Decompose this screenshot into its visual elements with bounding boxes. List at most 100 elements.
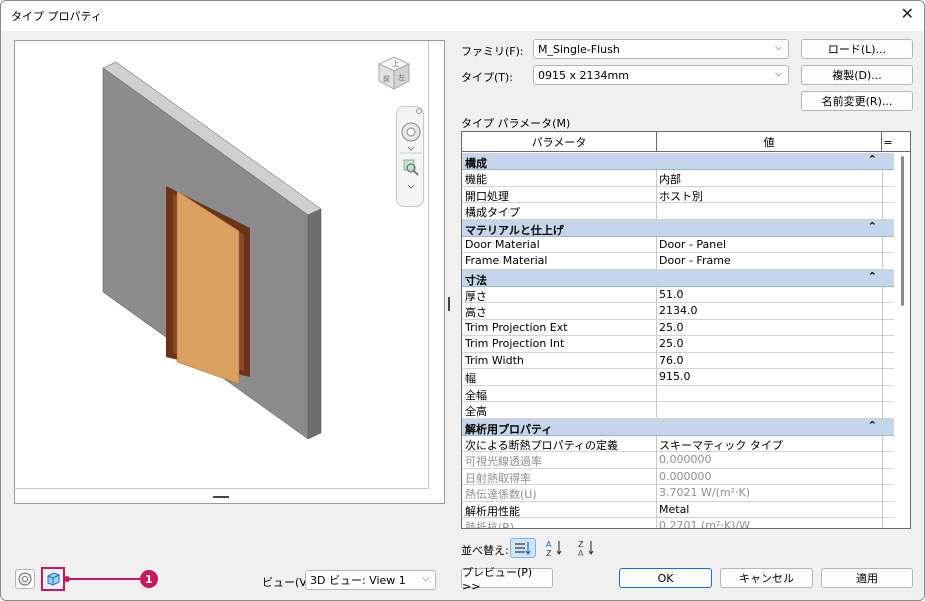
callout-number: 1 <box>145 573 153 586</box>
formula-cell[interactable] <box>882 501 894 518</box>
column-divider <box>656 385 657 401</box>
param-column-header[interactable]: パラメータ <box>462 132 657 152</box>
sort-descending-button[interactable]: Z A <box>574 538 600 558</box>
param-value[interactable]: スキーマティック タイプ <box>659 437 783 453</box>
param-row[interactable]: 全幅 <box>462 385 882 402</box>
param-group-header[interactable]: 寸法 ⌃ <box>462 269 894 287</box>
param-group-header[interactable]: マテリアルと仕上げ ⌃ <box>462 219 894 237</box>
param-name: 厚さ <box>465 289 487 303</box>
param-value[interactable]: Door - Panel <box>659 238 726 251</box>
formula-cell[interactable] <box>882 236 894 253</box>
preview-pane[interactable]: 上 前 左 <box>14 40 450 504</box>
param-row[interactable]: 次による断熱プロパティの定義 スキーマティック タイプ <box>462 435 882 453</box>
duplicate-button[interactable]: 複製(D)... <box>801 65 913 85</box>
param-row[interactable]: 熱抵抗(R) 0.2701 (m²·K)/W <box>462 518 882 528</box>
collapse-icon[interactable]: ⌃ <box>868 419 877 432</box>
param-value[interactable]: ホスト別 <box>659 188 703 204</box>
close-icon[interactable]: ✕ <box>901 6 914 22</box>
collapse-icon[interactable]: ⌃ <box>868 220 877 233</box>
param-value[interactable]: Door - Frame <box>659 254 731 267</box>
grid-scrollbar-thumb[interactable] <box>901 156 904 306</box>
formula-cell[interactable] <box>882 352 894 369</box>
load-button[interactable]: ロード(L)... <box>801 39 913 59</box>
param-value[interactable]: 0.2701 (m²·K)/W <box>659 519 750 528</box>
param-group-header[interactable]: 構成 ⌃ <box>462 153 894 170</box>
view-value: 3D ビュー: View 1 <box>310 574 406 587</box>
collapse-icon[interactable]: ⌃ <box>868 270 877 283</box>
param-row[interactable]: 可視光線透過率 0.000000 <box>462 452 882 469</box>
viewcube-toggle-button[interactable] <box>41 567 65 591</box>
param-row[interactable]: 機能 内部 <box>462 170 882 187</box>
sort-grouped-button[interactable] <box>510 538 536 558</box>
param-row[interactable]: 全高 <box>462 402 882 419</box>
view-combo[interactable]: 3D ビュー: View 1 ⌵ <box>305 570 436 590</box>
param-row[interactable]: 厚さ 51.0 <box>462 286 882 303</box>
param-row[interactable]: Door Material Door - Panel <box>462 236 882 253</box>
preview-button[interactable]: プレビュー(P) >> <box>461 566 553 593</box>
column-divider <box>656 253 657 269</box>
vertical-splitter[interactable] <box>448 297 450 311</box>
param-value[interactable]: 25.0 <box>659 337 684 350</box>
collapse-icon[interactable]: ⌃ <box>868 153 877 166</box>
param-value[interactable]: 51.0 <box>659 288 684 301</box>
formula-cell[interactable] <box>882 186 894 203</box>
param-row[interactable]: Frame Material Door - Frame <box>462 253 882 270</box>
chevron-down-icon: ⌵ <box>775 43 782 53</box>
param-row[interactable]: 熱伝達係数(U) 3.7021 W/(m²·K) <box>462 485 882 502</box>
param-value[interactable]: 915.0 <box>659 370 691 383</box>
formula-cell[interactable] <box>882 435 894 452</box>
horizontal-splitter[interactable] <box>213 496 229 498</box>
grid-scrollbar[interactable] <box>898 152 910 528</box>
formula-cell[interactable] <box>882 485 894 502</box>
param-value[interactable]: 0.000000 <box>659 453 712 466</box>
apply-button[interactable]: 適用 <box>821 568 913 588</box>
formula-cell[interactable] <box>882 518 894 528</box>
param-name: 全幅 <box>465 388 487 402</box>
param-row[interactable]: 高さ 2134.0 <box>462 303 882 320</box>
rename-button[interactable]: 名前変更(R)... <box>801 91 913 111</box>
formula-cell[interactable] <box>882 336 894 353</box>
formula-cell[interactable] <box>882 253 894 270</box>
steering-wheels-toggle[interactable] <box>15 569 35 589</box>
formula-cell[interactable] <box>882 452 894 469</box>
sort-ascending-button[interactable]: A Z <box>542 538 568 558</box>
formula-cell[interactable] <box>882 402 894 419</box>
preview-viewport[interactable]: 上 前 左 <box>15 41 429 489</box>
formula-cell[interactable] <box>882 303 894 320</box>
param-value[interactable]: Metal <box>659 503 689 516</box>
param-row[interactable]: 幅 915.0 <box>462 369 882 386</box>
param-name: 高さ <box>465 306 487 319</box>
formula-cell[interactable] <box>882 468 894 485</box>
formula-cell[interactable] <box>882 319 894 336</box>
formula-cell[interactable] <box>882 385 894 402</box>
family-value: M_Single-Flush <box>538 42 620 56</box>
type-combo[interactable]: 0915 x 2134mm ⌵ <box>533 65 789 85</box>
param-row[interactable]: 開口処理 ホスト別 <box>462 186 882 204</box>
param-value[interactable]: 2134.0 <box>659 304 698 317</box>
title-bar: タイプ プロパティ ✕ <box>1 1 924 31</box>
type-parameters-grid[interactable]: パラメータ 値 = 構成 ⌃ 機能 内部 開口処理 ホスト別 構成タイプ マテリアルと仕上げ ⌃… <box>461 131 911 529</box>
param-value[interactable]: 76.0 <box>659 354 684 367</box>
param-row[interactable]: 解析用性能 Metal <box>462 501 882 518</box>
formula-cell[interactable] <box>882 203 894 220</box>
value-column-header[interactable]: 値 <box>657 132 882 152</box>
formula-cell[interactable] <box>882 170 894 187</box>
formula-cell[interactable] <box>882 369 894 386</box>
param-row[interactable]: Trim Projection Int 25.0 <box>462 336 882 353</box>
formula-cell[interactable] <box>882 286 894 303</box>
ok-button[interactable]: OK <box>619 568 712 588</box>
param-value[interactable]: 内部 <box>659 171 681 187</box>
param-value[interactable]: 25.0 <box>659 321 684 334</box>
param-row[interactable]: Trim Projection Ext 25.0 <box>462 319 882 336</box>
grouped-sort-icon <box>515 542 531 555</box>
param-value[interactable]: 3.7021 W/(m²·K) <box>659 486 750 499</box>
cancel-button[interactable]: キャンセル <box>720 568 813 588</box>
param-value[interactable]: 0.000000 <box>659 470 712 483</box>
param-row[interactable]: Trim Width 76.0 <box>462 352 882 369</box>
formula-column-header[interactable]: = <box>882 132 894 152</box>
param-row[interactable]: 日射熱取得率 0.000000 <box>462 468 882 485</box>
viewcube-icon[interactable]: 上 前 左 <box>376 55 412 93</box>
param-row[interactable]: 構成タイプ <box>462 203 882 220</box>
param-group-header[interactable]: 解析用プロパティ ⌃ <box>462 418 894 436</box>
family-combo[interactable]: M_Single-Flush ⌵ <box>533 39 789 59</box>
